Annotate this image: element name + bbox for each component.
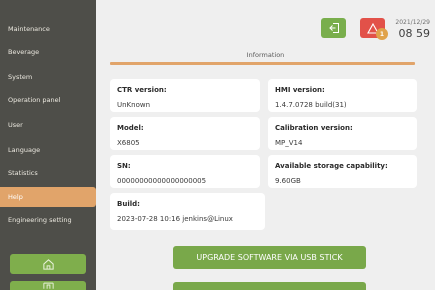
- sidebar-item-label: Operation panel: [8, 96, 61, 104]
- logout-button[interactable]: [321, 18, 346, 38]
- build-card: Build: 2023-07-28 10:16 jenkins@Linux: [110, 193, 265, 230]
- home-icon: [42, 282, 54, 289]
- model-value: X6805: [117, 139, 140, 147]
- storage-label: Available storage capability:: [275, 162, 388, 170]
- home-button[interactable]: [10, 254, 86, 274]
- sn-label: SN:: [117, 162, 131, 170]
- home-icon: [42, 258, 54, 270]
- calibration-version-card: Calibration version: MP_V14: [268, 117, 417, 150]
- upgrade-software-button[interactable]: UPGRADE SOFTWARE VIA USB STICK: [173, 246, 366, 269]
- date-display: 2021/12/29: [395, 19, 430, 26]
- sidebar-item-language[interactable]: Language: [0, 140, 96, 160]
- sidebar-item-label: Help: [8, 193, 23, 201]
- main-panel: 1 2021/12/29 08 59 Information CTR versi…: [96, 0, 435, 290]
- sidebar-item-statistics[interactable]: Statistics: [0, 163, 96, 183]
- sidebar-item-user[interactable]: User: [0, 115, 96, 135]
- ctr-version-card: CTR version: UnKnown: [110, 79, 260, 112]
- sidebar-item-label: User: [8, 121, 23, 129]
- secondary-action-button[interactable]: [173, 282, 366, 290]
- logout-icon: [328, 23, 339, 33]
- calibration-version-label: Calibration version:: [275, 124, 353, 132]
- sidebar-item-label: Maintenance: [8, 25, 50, 33]
- ctr-version-label: CTR version:: [117, 86, 167, 94]
- hmi-version-label: HMI version:: [275, 86, 325, 94]
- tab-information[interactable]: Information: [96, 51, 435, 59]
- alarm-count-badge: 1: [376, 28, 388, 40]
- calibration-version-value: MP_V14: [275, 139, 303, 147]
- sidebar-item-beverage[interactable]: Beverage: [0, 42, 96, 62]
- hmi-version-card: HMI version: 1.4.7.0728 build(31): [268, 79, 417, 112]
- build-value: 2023-07-28 10:16 jenkins@Linux: [117, 215, 233, 223]
- model-label: Model:: [117, 124, 144, 132]
- sidebar-item-label: System: [8, 73, 33, 81]
- model-card: Model: X6805: [110, 117, 260, 150]
- storage-value: 9.60GB: [275, 177, 301, 185]
- sidebar-item-label: Engineering setting: [8, 216, 72, 224]
- tab-underline: [110, 62, 415, 65]
- time-display: 08 59: [398, 27, 431, 40]
- sidebar-item-engineering-setting[interactable]: Engineering setting: [0, 210, 96, 230]
- sidebar-item-label: Beverage: [8, 48, 40, 56]
- sn-card: SN: 00000000000000000005: [110, 155, 260, 188]
- ctr-version-value: UnKnown: [117, 101, 151, 109]
- sidebar-item-label: Statistics: [8, 169, 38, 177]
- hmi-version-value: 1.4.7.0728 build(31): [275, 101, 347, 109]
- sidebar-item-maintenance[interactable]: Maintenance: [0, 19, 96, 39]
- sidebar: Maintenance Beverage System Operation pa…: [0, 0, 96, 290]
- home-button-secondary[interactable]: [10, 281, 86, 290]
- sidebar-item-help[interactable]: Help: [0, 187, 96, 207]
- sidebar-item-operation-panel[interactable]: Operation panel: [0, 90, 96, 110]
- sidebar-item-label: Language: [8, 146, 41, 154]
- storage-card: Available storage capability: 9.60GB: [268, 155, 417, 188]
- build-label: Build:: [117, 200, 140, 208]
- sn-value: 00000000000000000005: [117, 177, 207, 185]
- sidebar-item-system[interactable]: System: [0, 67, 96, 87]
